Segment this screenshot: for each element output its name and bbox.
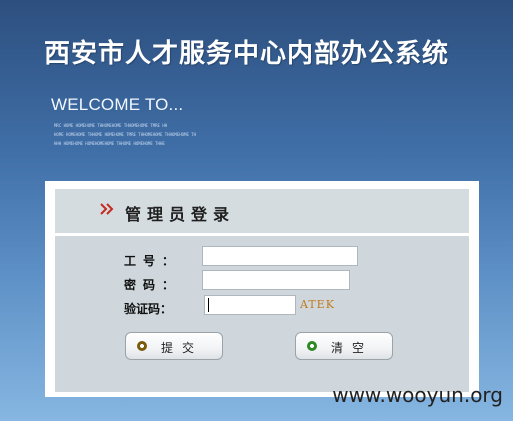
password-input[interactable]: [202, 270, 350, 290]
welcome-text: WELCOME TO...: [51, 95, 184, 114]
clear-button[interactable]: 清空: [295, 332, 393, 360]
watermark-text: www.wooyun.org: [332, 383, 503, 407]
intro-lines: MRC HOME HOMEHOME THHOMEHOME THHOMEHOME …: [54, 121, 274, 148]
captcha-text: ATEK: [300, 298, 335, 311]
login-heading: 管理员登录: [125, 205, 236, 224]
intro-line-1: MRC HOME HOMEHOME THHOMEHOME THHOMEHOME …: [54, 123, 168, 128]
intro-line-3: HHH HOMEHOME HOMEHOMEHOME THHOME HOMEHOM…: [54, 141, 165, 146]
app-title: 西安市人才服务中心内部办公系统: [44, 39, 450, 69]
clear-button-label: 清空: [331, 341, 374, 355]
login-panel-inner: 管理员登录 工号： 密码： 验证码： ATEK 提交 清空: [55, 189, 469, 392]
password-label: 密码：: [124, 278, 182, 292]
employee-id-label: 工号：: [124, 254, 182, 268]
text-caret: [208, 298, 209, 312]
submit-button-label: 提交: [161, 341, 204, 355]
radio-dot-icon: [137, 341, 147, 351]
intro-line-2: HOME HOMEHOME THHOME HOMEHOME TMRE THHOM…: [54, 132, 197, 137]
radio-dot-icon: [307, 341, 317, 351]
employee-id-input[interactable]: [202, 246, 358, 266]
submit-button[interactable]: 提交: [125, 332, 223, 360]
login-panel: 管理员登录 工号： 密码： 验证码： ATEK 提交 清空: [45, 181, 479, 397]
captcha-label: 验证码：: [124, 302, 173, 316]
double-chevron-right-icon: [100, 203, 114, 215]
captcha-input[interactable]: [204, 295, 296, 315]
login-header: 管理员登录: [55, 189, 469, 236]
captcha-image[interactable]: ATEK: [300, 298, 335, 311]
